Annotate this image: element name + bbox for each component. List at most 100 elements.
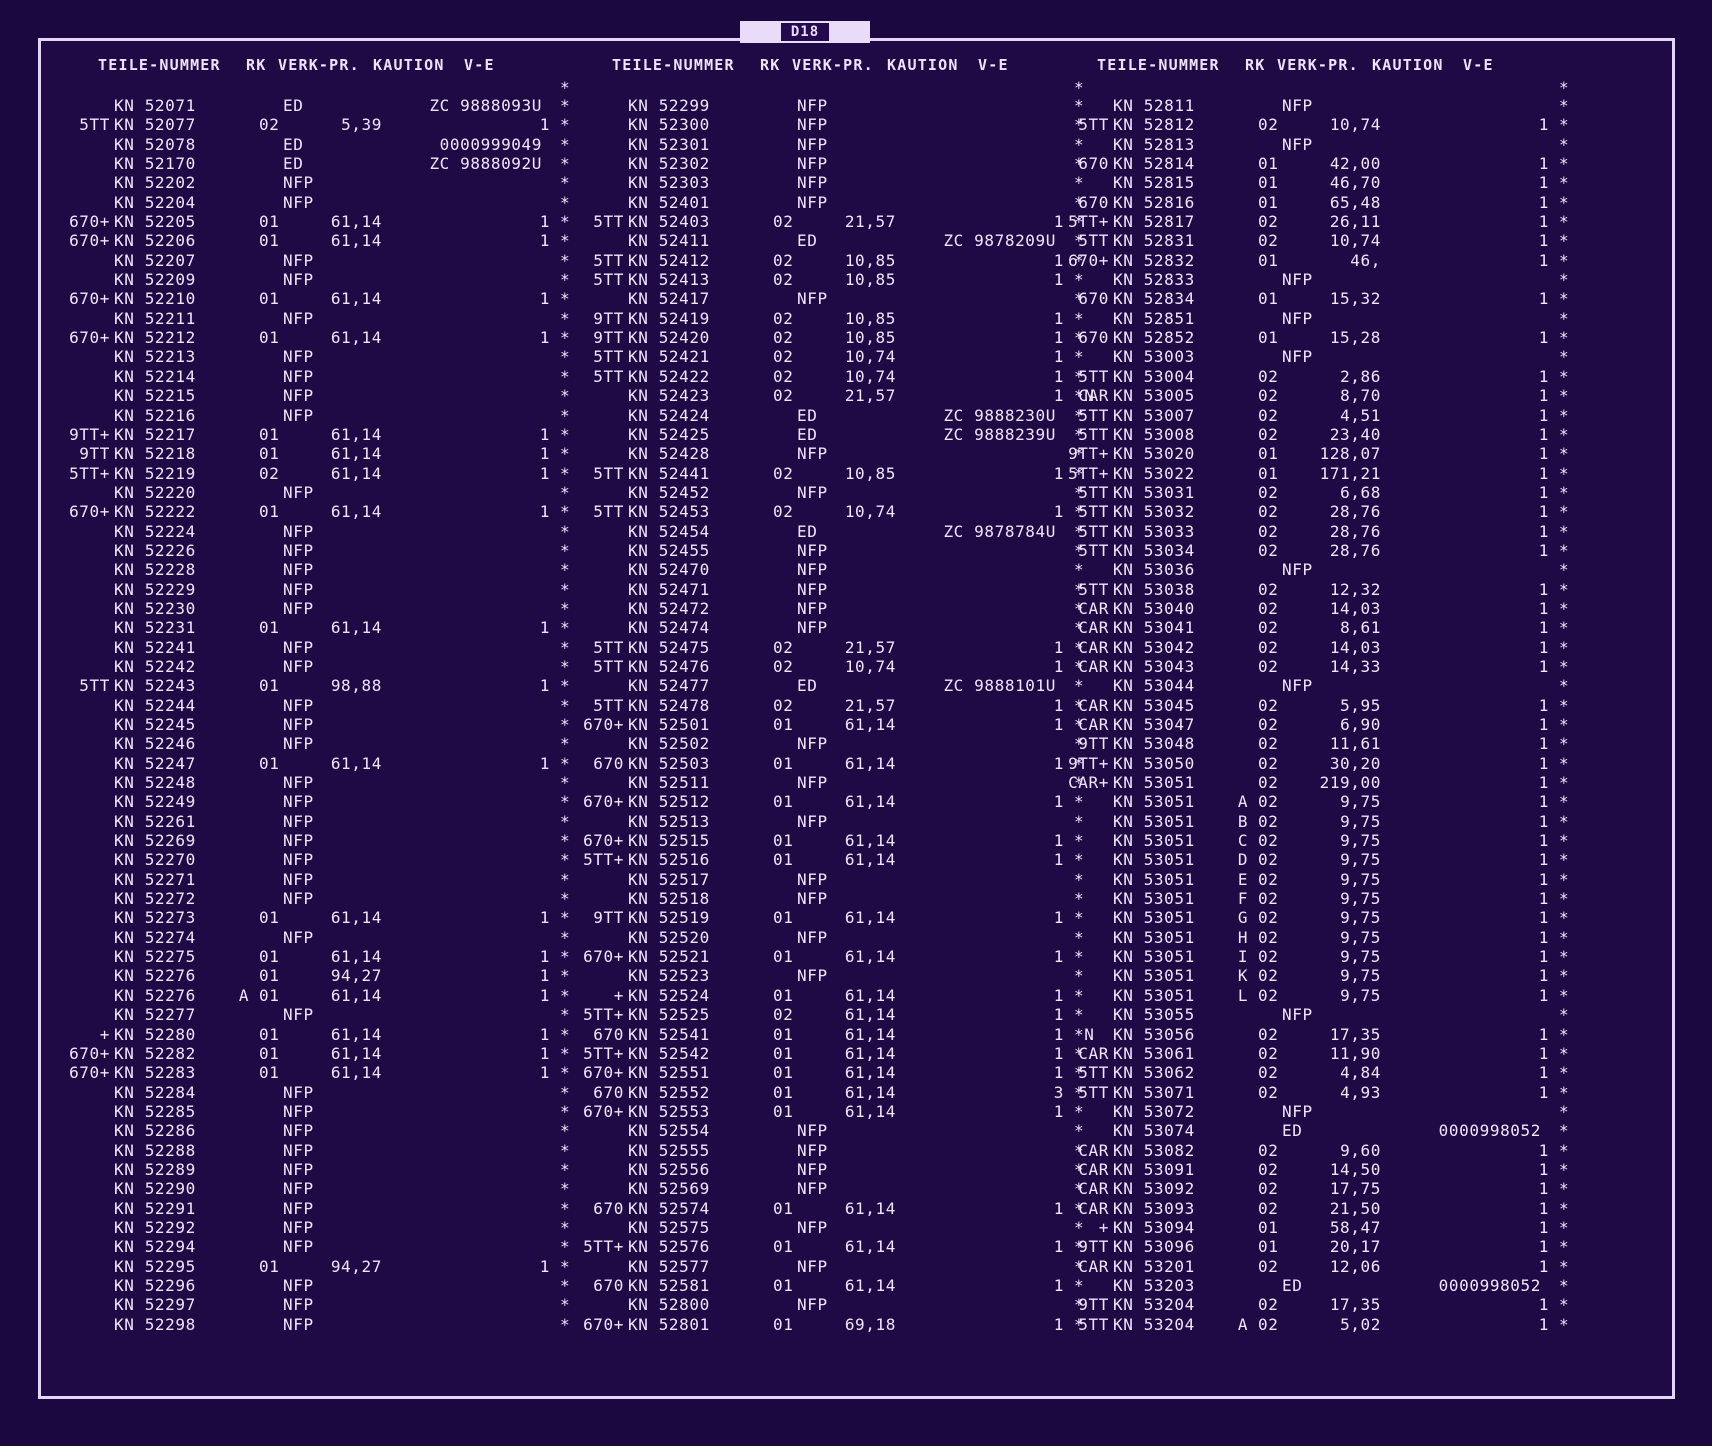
part-prefix: CAR	[1078, 715, 1109, 734]
sales-price: 6,90	[1340, 715, 1381, 734]
rk-code: 01	[259, 753, 280, 773]
row-marker: *	[560, 405, 571, 425]
part-number: KN 52274	[114, 927, 196, 947]
part-number: KN 53082	[1113, 1140, 1195, 1160]
row-marker: *	[560, 502, 571, 522]
packing-unit: 1	[1538, 1043, 1549, 1063]
price-code: NFP	[797, 869, 828, 889]
part-number: KN 52300	[628, 115, 710, 135]
part-number: KN 52282	[114, 1043, 196, 1063]
part-number: KN 52424	[628, 405, 710, 425]
part-prefix: 670	[1078, 289, 1109, 309]
sales-price: 10,74	[1329, 231, 1381, 251]
part-number: KN 53020	[1113, 444, 1195, 464]
row-marker: *	[560, 1101, 571, 1121]
part-number: KN 53061	[1113, 1043, 1195, 1063]
part-number: KN 53055	[1113, 1005, 1195, 1025]
row-marker: *	[560, 1198, 571, 1218]
part-number: KN 52291	[114, 1198, 196, 1218]
packing-unit: 1	[539, 985, 550, 1005]
part-prefix: 5TT	[79, 115, 110, 135]
part-prefix: CAR	[1078, 1256, 1109, 1276]
part-number: KN 53051	[1113, 811, 1195, 831]
price-code: NFP	[283, 598, 314, 618]
price-code: NFP	[797, 889, 828, 909]
part-number: KN 53047	[1113, 715, 1195, 734]
price-code: NFP	[283, 482, 314, 502]
packing-unit: 1	[1538, 231, 1549, 251]
part-number: KN 52215	[114, 386, 196, 406]
row-marker: *	[1559, 869, 1570, 889]
part-number: KN 52298	[114, 1314, 196, 1334]
row-marker: *	[1559, 1314, 1570, 1334]
sales-price: 61,14	[330, 502, 382, 522]
row-marker: *	[1559, 270, 1570, 290]
row-marker: *	[1559, 947, 1570, 967]
part-number: KN 52421	[628, 347, 710, 367]
part-prefix: 9TT	[593, 308, 624, 328]
row-marker: *	[560, 1275, 571, 1295]
part-number: KN 52413	[628, 270, 710, 290]
part-prefix: 670+	[583, 1063, 624, 1083]
part-number: KN 52417	[628, 289, 710, 309]
part-prefix: 670	[593, 1082, 624, 1102]
rk-code: 01	[259, 676, 280, 696]
part-number: KN 52299	[628, 96, 710, 115]
part-number: KN 52581	[628, 1275, 710, 1295]
packing-unit: 1	[1053, 270, 1064, 290]
part-number: KN 52812	[1113, 115, 1195, 135]
part-number: KN 52280	[114, 1024, 196, 1044]
row-marker: *	[1559, 154, 1570, 174]
rk-code: 02	[1258, 927, 1279, 947]
row-marker: *	[1559, 831, 1570, 851]
part-number: KN 52283	[114, 1063, 196, 1083]
row-marker: *	[1074, 1275, 1085, 1295]
part-prefix: 670+	[69, 1043, 110, 1063]
sales-price: 61,14	[330, 1063, 382, 1083]
row-marker: *	[560, 134, 571, 154]
part-number: KN 52813	[1113, 134, 1195, 154]
sales-price: 15,32	[1329, 289, 1381, 309]
part-number: KN 52816	[1113, 192, 1195, 212]
rk-code: 02	[1258, 831, 1279, 851]
part-prefix: 5TT+	[583, 1043, 624, 1063]
packing-unit: 1	[1538, 579, 1549, 599]
part-prefix: 670	[1078, 328, 1109, 348]
row-marker: *	[560, 947, 571, 967]
sales-price: 21,57	[844, 212, 896, 232]
price-code: NFP	[797, 1295, 828, 1315]
price-code: NFP	[797, 192, 828, 212]
part-prefix: CAR	[1078, 1179, 1109, 1199]
rk-code: 01	[259, 618, 280, 638]
packing-unit: 1	[1053, 1005, 1064, 1025]
part-number: KN 52516	[628, 850, 710, 870]
part-number: KN 52207	[114, 250, 196, 270]
part-number: KN 52269	[114, 831, 196, 851]
part-number: KN 52452	[628, 482, 710, 502]
sales-price: 46,	[1350, 250, 1381, 270]
price-code: NFP	[797, 134, 828, 154]
part-number: KN 53094	[1113, 1217, 1195, 1237]
row-marker: *	[1074, 985, 1085, 1005]
row-marker: *	[560, 424, 571, 444]
part-suffix: A	[1237, 792, 1249, 812]
sales-price: 69,18	[844, 1314, 896, 1334]
sales-price: 6,68	[1340, 482, 1381, 502]
part-number: KN 52800	[628, 1295, 710, 1315]
row-marker: *	[560, 96, 571, 115]
part-prefix: 670+	[69, 1063, 110, 1083]
part-number: KN 53048	[1113, 734, 1195, 754]
part-number: KN 52288	[114, 1140, 196, 1160]
packing-unit: 1	[539, 753, 550, 773]
part-number: KN 52301	[628, 134, 710, 154]
part-number: KN 52284	[114, 1082, 196, 1102]
packing-unit: 1	[539, 328, 550, 348]
sales-price: 61,14	[844, 1043, 896, 1063]
sales-price: 21,50	[1329, 1198, 1381, 1218]
row-marker: *	[1559, 1043, 1570, 1063]
price-code: NFP	[797, 579, 828, 599]
price-code: NFP	[283, 1082, 314, 1102]
row-marker: *	[1074, 927, 1085, 947]
part-prefix: CAR	[1078, 1159, 1109, 1179]
rk-code: 02	[773, 212, 794, 232]
